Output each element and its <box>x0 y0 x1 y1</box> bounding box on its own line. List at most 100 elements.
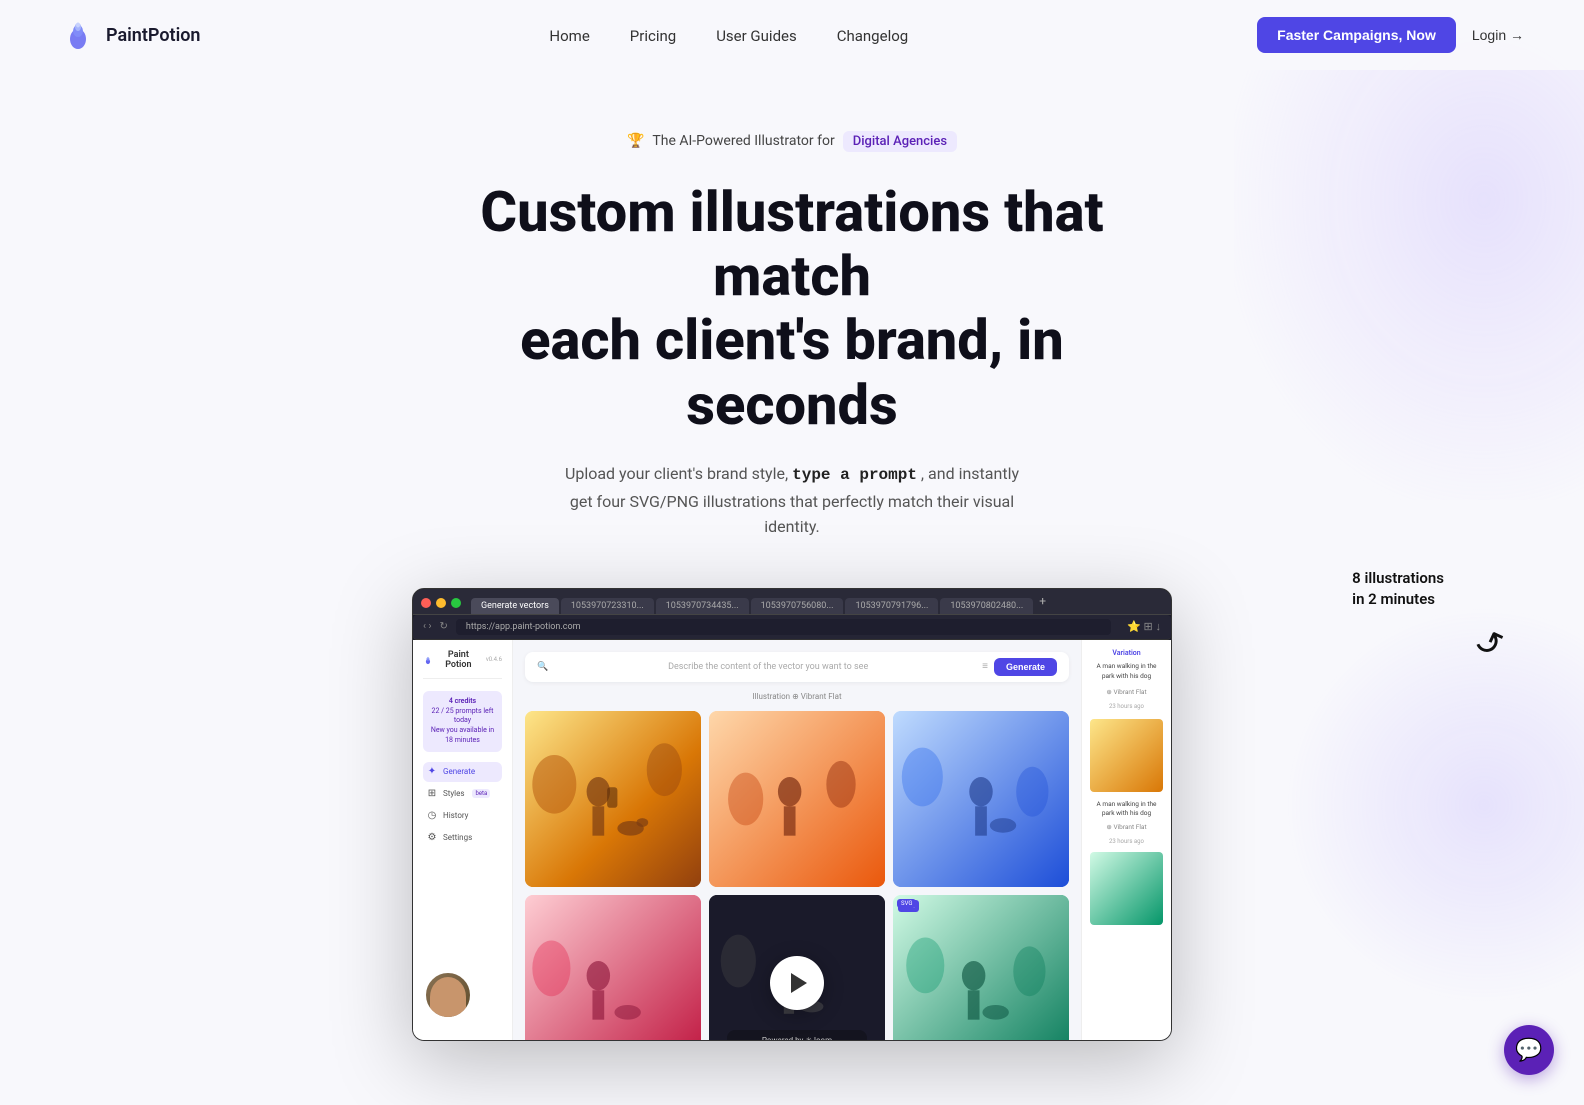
refresh-icon[interactable]: ↻ <box>440 621 448 632</box>
app-sidebar-logo: Paint Potion v0.4.6 <box>423 650 502 679</box>
nav-pricing[interactable]: Pricing <box>630 27 676 45</box>
illustrations-area: Powered by ✳ loom 4 min ⚡ 3 min 19 sec <box>525 711 1069 1040</box>
app-name-text: Paint Potion <box>438 650 479 670</box>
illus-svg-3 <box>893 711 1069 887</box>
play-triangle-icon <box>791 973 807 993</box>
close-dot <box>421 598 431 608</box>
browser-tab-5[interactable]: 1053970802480... <box>940 598 1033 614</box>
chat-button[interactable]: 💬 <box>1504 1025 1554 1075</box>
illus-svg-4 <box>525 895 701 1040</box>
illus-svg-6 <box>893 895 1069 1040</box>
cta-button[interactable]: Faster Campaigns, Now <box>1257 17 1456 53</box>
loom-powered-text: Powered by ✳ loom <box>762 1036 832 1040</box>
browser-tab-1[interactable]: 1053970723310... <box>561 598 654 614</box>
generate-button[interactable]: Generate <box>994 658 1057 676</box>
nav-user-guides[interactable]: User Guides <box>716 27 797 45</box>
browser-tab-3[interactable]: 1053970756080... <box>751 598 844 614</box>
time-ago-2: 23 hours ago <box>1090 837 1163 846</box>
app-version: v0.4.6 <box>486 656 502 663</box>
app-main: 🔍 Describe the content of the vector you… <box>513 640 1081 1040</box>
play-button[interactable] <box>770 956 824 1010</box>
browser-actions: ⭐ ⊞ ↓ <box>1127 620 1161 633</box>
hero-badge: 🏆 The AI-Powered Illustrator for Digital… <box>627 131 957 152</box>
app-content: Paint Potion v0.4.6 4 credits 22 / 25 pr… <box>413 640 1171 1040</box>
sidebar-generate-label: Generate <box>443 767 475 776</box>
annotation-line1: 8 illustrations <box>1352 569 1444 587</box>
login-button[interactable]: Login → <box>1472 27 1524 43</box>
trophy-icon: 🏆 <box>627 133 644 149</box>
browser-wrapper: 8 illustrations in 2 minutes ↷ Generate … <box>20 588 1564 1041</box>
search-icon: 🔍 <box>537 662 548 672</box>
url-bar[interactable]: https://app.paint-potion.com <box>456 619 1111 635</box>
search-actions: ≡ Generate <box>982 658 1057 676</box>
settings-icon: ⚙ <box>427 833 437 843</box>
browser-tabs-bar: Generate vectors 1053970723310... 105397… <box>413 589 1171 615</box>
logo-link[interactable]: PaintPotion <box>60 17 200 53</box>
chat-icon: 💬 <box>1515 1038 1542 1063</box>
hero-title-line1: Custom illustrations that match <box>480 179 1103 309</box>
subtitle-part1: Upload your client's brand style, <box>565 464 788 483</box>
credits-badge: 4 credits 22 / 25 prompts left today New… <box>423 691 502 752</box>
beta-badge: beta <box>472 789 490 798</box>
hero-title: Custom illustrations that match each cli… <box>432 180 1152 438</box>
sidebar-item-settings[interactable]: ⚙ Settings <box>423 828 502 848</box>
credits-reset: New you available in 18 minutes <box>429 726 496 746</box>
sidebar-item-history[interactable]: ◷ History <box>423 806 502 826</box>
browser-tab-4[interactable]: 1053970791796... <box>845 598 938 614</box>
badge-highlight: Digital Agencies <box>843 131 957 152</box>
panel-thumb-2 <box>1090 852 1163 925</box>
nav-home[interactable]: Home <box>549 27 589 45</box>
nav-changelog[interactable]: Changelog <box>837 27 908 45</box>
url-text: https://app.paint-potion.com <box>466 622 581 632</box>
video-wrapper: Generate vectors 1053970723310... 105397… <box>412 588 1172 1041</box>
style-tag-2: ⊕ Vibrant Flat <box>1090 823 1163 833</box>
sidebar-history-label: History <box>443 811 468 820</box>
illus-svg-1 <box>525 711 701 887</box>
subtitle-typed: type a prompt <box>792 466 917 484</box>
browser-dots <box>421 598 461 614</box>
annotation-line2: in 2 minutes <box>1352 590 1435 608</box>
illustration-3 <box>893 711 1069 887</box>
time-ago-1: 23 hours ago <box>1090 702 1163 711</box>
illustration-6: SVG SVG <box>893 895 1069 1040</box>
variation-desc-2: A man walking in the park with his dog <box>1090 800 1163 820</box>
logo-icon <box>60 17 96 53</box>
nav-back-icon[interactable]: ‹ › <box>423 621 432 632</box>
variation-label: Variation <box>1090 648 1163 659</box>
user-avatar[interactable] <box>423 970 473 1020</box>
hero-subtitle: Upload your client's brand style, type a… <box>552 461 1032 540</box>
styles-icon: ⊞ <box>427 789 437 799</box>
style-tag: ⊕ Vibrant Flat <box>1090 688 1163 698</box>
navbar: PaintPotion Home Pricing User Guides Cha… <box>0 0 1584 70</box>
browser-tab-active[interactable]: Generate vectors <box>471 598 559 614</box>
hero-title-line2: each client's brand, in seconds <box>520 307 1064 437</box>
credits-label: 4 credits <box>429 697 496 707</box>
sidebar-item-generate[interactable]: ✦ Generate <box>423 762 502 782</box>
nav-links: Home Pricing User Guides Changelog <box>549 26 908 45</box>
app-logo-icon <box>423 654 433 666</box>
hero-section: 🏆 The AI-Powered Illustrator for Digital… <box>0 70 1584 1045</box>
app-right-panel: Variation A man walking in the park with… <box>1081 640 1171 1040</box>
browser-mockup: Generate vectors 1053970723310... 105397… <box>412 588 1172 1041</box>
browser-tab-2[interactable]: 1053970734435... <box>656 598 749 614</box>
svg-badge: SVG <box>897 899 916 908</box>
avatar-face <box>430 977 466 1017</box>
annotation: 8 illustrations in 2 minutes <box>1352 568 1444 610</box>
sidebar-settings-label: Settings <box>443 833 472 842</box>
annotation-arrow: ↷ <box>1468 614 1511 664</box>
illustration-video[interactable]: Powered by ✳ loom 4 min ⚡ 3 min 19 sec <box>709 895 885 1040</box>
illustration-1 <box>525 711 701 887</box>
search-bar[interactable]: 🔍 Describe the content of the vector you… <box>525 652 1069 682</box>
sidebar-item-styles[interactable]: ⊞ Styles beta <box>423 784 502 804</box>
illus-svg-2 <box>709 711 885 887</box>
sidebar-styles-label: Styles <box>443 789 464 798</box>
filter-tags: Illustration ⊕ Vibrant Flat <box>525 692 1069 701</box>
loom-overlay: Powered by ✳ loom 4 min ⚡ 3 min 19 sec <box>727 1030 867 1040</box>
minimize-dot <box>436 598 446 608</box>
illustration-2 <box>709 711 885 887</box>
search-placeholder: Describe the content of the vector you w… <box>668 662 868 672</box>
panel-thumb-1 <box>1090 719 1163 792</box>
variation-desc: A man walking in the park with his dog <box>1090 662 1163 682</box>
filter-icon[interactable]: ≡ <box>982 661 988 672</box>
new-tab-icon[interactable]: + <box>1039 594 1046 614</box>
